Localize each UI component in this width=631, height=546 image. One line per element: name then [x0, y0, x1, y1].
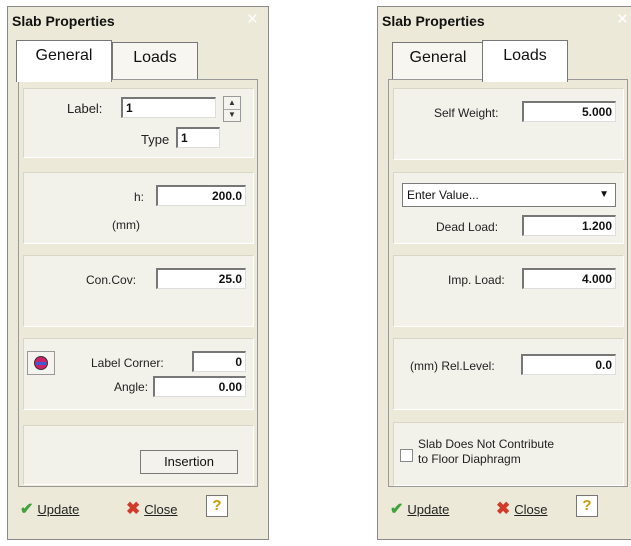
tab-loads[interactable]: Loads [482, 40, 568, 82]
rel-level-input[interactable]: 0.0 [521, 354, 616, 375]
close-label: Close [514, 502, 548, 517]
help-icon[interactable]: ? [576, 495, 598, 517]
imp-load-caption: Imp. Load: [448, 273, 505, 287]
type-input[interactable]: 1 [176, 127, 220, 148]
update-button[interactable]: ✔ Update [20, 499, 79, 519]
self-weight-caption: Self Weight: [434, 106, 499, 120]
checkmark-icon: ✔ [390, 501, 404, 518]
close-x-icon: ✖ [126, 499, 141, 518]
general-content: Label: 1 ▲ ▼ Type 1 h: 200.0 (mm) Con.Co… [18, 79, 258, 487]
dropdown-value: Enter Value... [407, 188, 479, 202]
self-weight-input[interactable]: 5.000 [522, 101, 616, 122]
title-bar: Slab Properties × [378, 7, 631, 34]
rel-level-caption: (mm) Rel.Level: [410, 359, 495, 373]
thickness-group: h: 200.0 (mm) [23, 172, 254, 244]
rel-level-group: (mm) Rel.Level: 0.0 [393, 338, 624, 410]
close-label: Close [144, 502, 178, 517]
close-icon[interactable]: × [247, 9, 258, 31]
concov-input[interactable]: 25.0 [156, 268, 246, 289]
insertion-group: Insertion [23, 425, 254, 485]
dead-load-dropdown[interactable]: Enter Value... ▼ [402, 183, 616, 207]
self-weight-group: Self Weight: 5.000 [393, 88, 624, 160]
close-x-icon: ✖ [496, 499, 511, 518]
imp-load-input[interactable]: 4.000 [522, 268, 616, 289]
tab-general[interactable]: General [16, 40, 112, 82]
label-corner-input[interactable]: 0 [192, 351, 246, 372]
close-icon[interactable]: × [617, 9, 628, 31]
label-stepper[interactable]: ▲ ▼ [223, 96, 241, 122]
imp-load-group: Imp. Load: 4.000 [393, 255, 624, 327]
footer-bar: ✔ Update ✖ Close ? [388, 489, 628, 527]
dead-load-input[interactable]: 1.200 [522, 215, 616, 236]
diaphragm-group: Slab Does Not Contribute to Floor Diaphr… [393, 422, 624, 486]
chevron-down-icon[interactable]: ▼ [599, 184, 609, 206]
angle-caption: Angle: [114, 380, 149, 394]
type-caption: Type [141, 132, 170, 147]
slab-properties-loads-panel: Slab Properties × General Loads Self Wei… [377, 6, 631, 540]
slab-properties-general-panel: Slab Properties × General Loads Label: 1… [7, 6, 269, 540]
stepper-down-icon[interactable]: ▼ [224, 109, 240, 121]
label-caption: Label: [67, 101, 103, 116]
diaphragm-checkbox[interactable] [400, 449, 413, 462]
update-button[interactable]: ✔ Update [390, 499, 449, 519]
h-input[interactable]: 200.0 [156, 185, 246, 206]
concov-caption: Con.Cov: [86, 273, 137, 287]
label-input[interactable]: 1 [121, 97, 216, 118]
label-corner-caption: Label Corner: [91, 356, 164, 370]
label-group: Label: 1 ▲ ▼ Type 1 [23, 88, 254, 158]
dead-load-group: Enter Value... ▼ Dead Load: 1.200 [393, 172, 624, 244]
update-label: Update [37, 502, 80, 517]
update-label: Update [407, 502, 450, 517]
tab-general[interactable]: General [392, 42, 484, 80]
label-corner-group: Label Corner: 0 Angle: 0.00 [23, 338, 254, 410]
title-bar: Slab Properties × [8, 7, 268, 34]
h-caption: h: [134, 190, 145, 204]
loads-content: Self Weight: 5.000 Enter Value... ▼ Dead… [388, 79, 628, 487]
close-button[interactable]: ✖ Close [126, 499, 178, 519]
diaphragm-label-line1: Slab Does Not Contribute [418, 437, 555, 451]
label-corner-icon[interactable] [27, 351, 55, 375]
help-icon[interactable]: ? [206, 495, 228, 517]
footer-bar: ✔ Update ✖ Close ? [18, 489, 258, 527]
checkmark-icon: ✔ [20, 501, 34, 518]
h-unit: (mm) [112, 218, 140, 232]
insertion-button[interactable]: Insertion [140, 450, 238, 474]
close-button[interactable]: ✖ Close [496, 499, 548, 519]
panel-title: Slab Properties [12, 13, 115, 29]
diaphragm-label-line2: to Floor Diaphragm [418, 452, 521, 466]
cover-group: Con.Cov: 25.0 [23, 255, 254, 327]
panel-title: Slab Properties [382, 13, 485, 29]
dead-load-caption: Dead Load: [436, 220, 499, 234]
angle-input[interactable]: 0.00 [153, 376, 246, 397]
tab-loads[interactable]: Loads [112, 42, 198, 80]
